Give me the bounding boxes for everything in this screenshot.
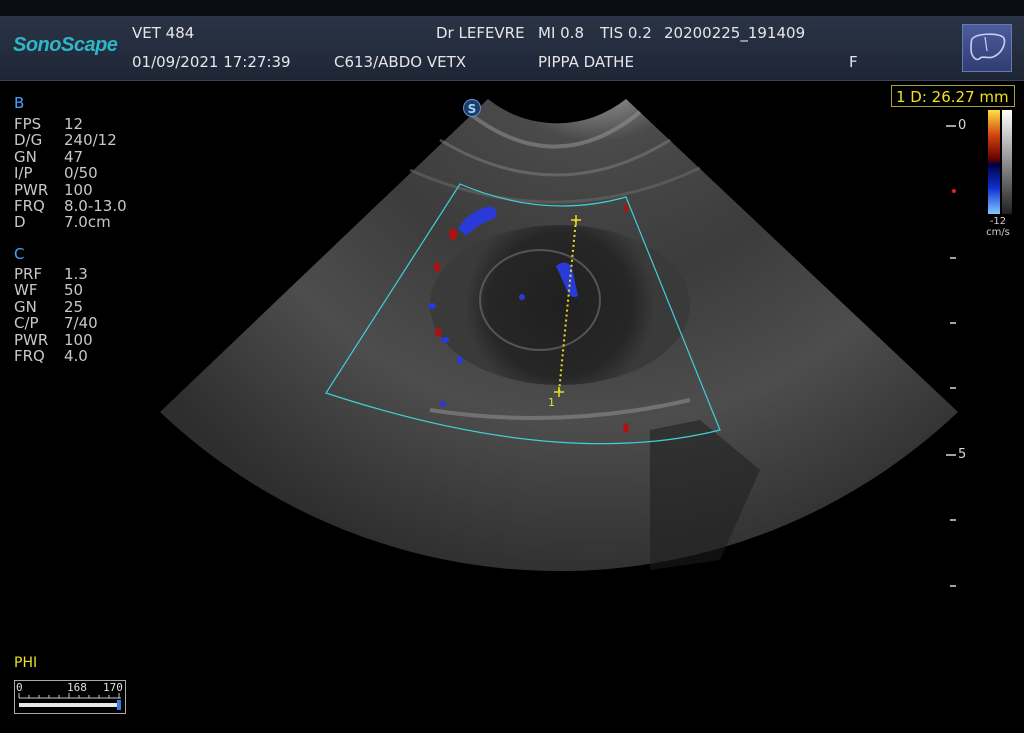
- doppler-signal-red: [624, 204, 628, 212]
- param-row: D/G 240/12: [14, 131, 127, 150]
- param-value: 0/50: [64, 164, 98, 183]
- doppler-signal-red: [435, 327, 441, 337]
- depth-scale: [946, 125, 956, 587]
- param-row: FPS 12: [14, 115, 127, 133]
- param-value: 8.0-13.0: [64, 197, 127, 216]
- doppler-signal-red: [449, 228, 457, 240]
- param-key: I/P: [14, 164, 33, 183]
- param-row: GN 25: [14, 297, 98, 316]
- param-key: PRF: [14, 265, 43, 283]
- doppler-signal-red: [623, 423, 629, 433]
- param-key: PWR: [14, 180, 49, 199]
- b-mode-params: FPS 12 D/G 240/12 GN 47 I/P 0/50 PWR 100 FRQ 8…: [14, 116, 127, 231]
- param-row: FRQ 8.0-13.0: [14, 197, 127, 216]
- param-key: GN: [14, 147, 37, 166]
- param-key: D: [14, 213, 26, 232]
- param-key: FRQ: [14, 347, 45, 366]
- param-value: 4.0: [64, 347, 88, 366]
- phi-scale[interactable]: 0 168 170: [14, 680, 126, 714]
- param-row: FRQ 4.0: [14, 347, 98, 366]
- doppler-signal-blue: [457, 356, 463, 364]
- depth-label-5: 5: [958, 447, 967, 462]
- param-key: PWR: [14, 330, 49, 349]
- param-value: 47: [64, 147, 84, 166]
- ultrasound-image[interactable]: 1: [0, 0, 1024, 733]
- kidney-structure: [430, 225, 690, 385]
- param-row: PWR 100: [14, 330, 98, 349]
- doppler-signal-blue: [428, 303, 436, 309]
- param-key: FRQ: [14, 197, 45, 216]
- param-row: PWR 100: [14, 180, 127, 199]
- param-key: FPS: [14, 115, 42, 133]
- param-value: 7.0cm: [64, 213, 111, 232]
- depth-label-0: 0: [958, 118, 967, 133]
- velocity-gray-bar: [1002, 110, 1012, 214]
- doppler-signal-blue: [441, 337, 449, 343]
- color-bar-labels: -12 cm/s: [985, 216, 1011, 238]
- doppler-signal-red: [434, 262, 440, 272]
- s-marker: S: [463, 99, 481, 117]
- param-row: GN 47: [14, 147, 127, 166]
- param-row: D 7.0cm: [14, 213, 127, 232]
- param-row: PRF 1.3: [14, 265, 98, 283]
- param-row: WF 50: [14, 281, 98, 300]
- doppler-signal-blue: [440, 401, 446, 407]
- param-key: WF: [14, 281, 38, 300]
- measurement-readout: 1 D: 26.27 mm: [891, 85, 1015, 107]
- velocity-color-bar: [988, 110, 1000, 214]
- param-key: C/P: [14, 314, 39, 333]
- focus-marker: [952, 189, 956, 193]
- param-value: 25: [64, 297, 84, 316]
- param-row: I/P 0/50: [14, 164, 127, 183]
- phi-label: PHI: [14, 655, 38, 671]
- doppler-signal-blue: [519, 294, 525, 300]
- param-key: D/G: [14, 131, 43, 150]
- param-value: 50: [64, 281, 84, 300]
- param-value: 100: [64, 180, 93, 199]
- color-mode-params: PRF 1.3 WF 50 GN 25 C/P 7/40 PWR 100 FRQ 4.0: [14, 265, 98, 366]
- param-value: 7/40: [64, 314, 98, 333]
- color-bar-bottom-label: -12: [989, 216, 1007, 227]
- param-row: C/P 7/40: [14, 314, 98, 333]
- param-value: 100: [64, 330, 93, 349]
- param-value: 12: [64, 115, 84, 133]
- param-key: GN: [14, 297, 37, 316]
- caliper-index-label: 1: [548, 396, 555, 409]
- param-value: 1.3: [64, 265, 88, 283]
- color-mode-title: C: [14, 245, 25, 263]
- b-mode-title: B: [14, 94, 25, 112]
- param-value: 240/12: [64, 131, 117, 150]
- color-bar-unit: cm/s: [986, 227, 1010, 238]
